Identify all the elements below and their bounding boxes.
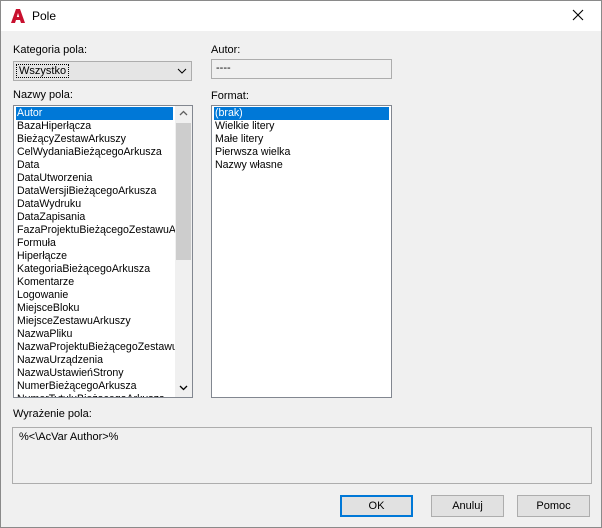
field-names-list[interactable]: NumerTytułuBieżącegoArkuszaNumerBieżąceg…: [13, 105, 193, 398]
format-label: Format:: [211, 90, 249, 102]
format-item[interactable]: Wielkie litery: [214, 120, 389, 133]
field-name-item[interactable]: FazaProjektuBieżącegoZestawuArk: [16, 224, 185, 237]
field-name-item[interactable]: BazaHiperłącza: [16, 120, 173, 133]
autocad-logo-icon: [10, 8, 26, 24]
author-value-field: ----: [211, 59, 392, 79]
field-names-label: Nazwy pola:: [13, 89, 73, 101]
format-item[interactable]: (brak): [214, 107, 389, 120]
field-name-item[interactable]: Logowanie: [16, 289, 173, 302]
close-button[interactable]: [555, 1, 601, 31]
cancel-button[interactable]: Anuluj: [431, 495, 504, 517]
field-name-item[interactable]: DataZapisania: [16, 211, 173, 224]
field-name-item[interactable]: MiejsceZestawuArkuszy: [16, 315, 173, 328]
chevron-down-icon: [175, 64, 189, 78]
category-label: Kategoria pola:: [13, 44, 87, 56]
help-button[interactable]: Pomoc: [517, 495, 590, 517]
expression-field: %<\AcVar Author>%: [12, 427, 592, 484]
field-name-item[interactable]: Autor: [16, 107, 173, 120]
field-names-scrollbar[interactable]: [175, 106, 192, 397]
format-item[interactable]: Pierwsza wielka: [214, 146, 389, 159]
scroll-down-button[interactable]: [175, 380, 192, 397]
field-name-item[interactable]: DataWersjiBieżącegoArkusza: [16, 185, 173, 198]
format-item[interactable]: Małe litery: [214, 133, 389, 146]
format-list[interactable]: Nazwy własne Pierwsza wielka Małe litery Wi…: [211, 105, 392, 398]
format-item[interactable]: Nazwy własne: [214, 159, 389, 172]
field-name-item[interactable]: NumerBieżącegoArkusza: [16, 380, 173, 393]
category-selected-value: Wszystko: [16, 64, 70, 78]
field-name-item[interactable]: NumerTytułuBieżącegoArkusza: [16, 393, 173, 397]
author-label: Autor:: [211, 44, 241, 56]
field-name-item[interactable]: Data: [16, 159, 173, 172]
scroll-thumb[interactable]: [176, 123, 191, 260]
title-bar: Pole: [1, 1, 601, 31]
category-dropdown[interactable]: Wszystko: [13, 61, 192, 81]
close-icon: [572, 9, 584, 24]
chevron-up-icon: [179, 109, 188, 121]
field-name-item[interactable]: NazwaUstawieńStrony: [16, 367, 173, 380]
window-title: Pole: [32, 9, 57, 23]
scroll-up-button[interactable]: [175, 106, 192, 123]
chevron-down-icon: [179, 383, 188, 395]
field-name-item[interactable]: CelWydaniaBieżącegoArkusza: [16, 146, 173, 159]
field-name-item[interactable]: NazwaPliku: [16, 328, 173, 341]
field-name-item[interactable]: DataWydruku: [16, 198, 173, 211]
field-name-item[interactable]: NazwaUrządzenia: [16, 354, 173, 367]
field-name-item[interactable]: BieżącyZestawArkuszy: [16, 133, 173, 146]
field-name-item[interactable]: DataUtworzenia: [16, 172, 173, 185]
field-name-item[interactable]: KategoriaBieżącegoArkusza: [16, 263, 173, 276]
field-name-item[interactable]: MiejsceBloku: [16, 302, 173, 315]
field-name-item[interactable]: Hiperłącze: [16, 250, 173, 263]
ok-button[interactable]: OK: [340, 495, 413, 517]
field-dialog: Pole Kategoria pola: Wszystko Autor: ---…: [0, 0, 602, 528]
field-name-item[interactable]: NazwaProjektuBieżącegoZestawu: [16, 341, 178, 354]
field-name-item[interactable]: Formuła: [16, 237, 173, 250]
expression-label: Wyrażenie pola:: [13, 408, 92, 420]
field-name-item[interactable]: Komentarze: [16, 276, 173, 289]
